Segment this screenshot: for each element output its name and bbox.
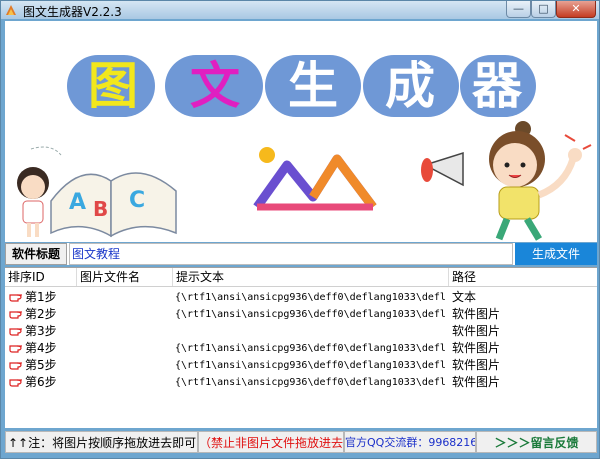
row-path: 软件图片 [452,358,501,372]
warning-text: （禁止非图片文件拖放进去） [198,431,344,453]
reading-girl-illustration: A B C [17,146,177,238]
status-bar: ↑↑注：将图片按顺序拖放进去即可！ （禁止非图片文件拖放进去） 官方QQ交流群：… [5,431,597,453]
qq-group-text: 官方QQ交流群：99682169 [344,431,476,453]
software-title-label: 软件标题 [5,243,67,265]
title-bar[interactable]: 图文生成器V2.2.3 — □ ✕ [1,1,599,19]
row-id: 第5步 [9,357,75,374]
drag-hint-text: ↑↑注：将图片按顺序拖放进去即可！ [5,431,198,453]
row-id: 第6步 [9,374,75,391]
row-id: 第1步 [9,289,75,306]
banner-char: 成 [385,57,435,115]
title-row: 软件标题 图文教程 生成文件 [5,243,597,265]
svg-text:A: A [69,190,86,215]
pointing-hand-icon [9,328,22,336]
banner-image: 图 文 生 成 器 A B C [5,21,597,242]
maximize-button[interactable]: □ [531,1,556,18]
row-path: 软件图片 [452,375,501,389]
table-row[interactable]: 第3步 软件图片 [5,323,597,340]
svg-text:C: C [129,188,145,213]
pointing-hand-icon [9,379,22,387]
column-header-id[interactable]: 排序ID [5,268,77,286]
row-id-label: 第1步 [25,290,57,304]
feedback-link[interactable]: ＞＞＞留言反馈 [476,431,597,453]
row-tip: {\rtf1\ansi\ansicpg936\deff0\deflang1033… [175,360,447,371]
table-row[interactable]: 第6步 {\rtf1\ansi\ansicpg936\deff0\deflang1… [5,374,597,391]
window-title: 图文生成器V2.2.3 [23,5,122,19]
pointing-hand-icon [9,311,22,319]
row-id-label: 第5步 [25,358,57,372]
table-row[interactable]: 第2步 {\rtf1\ansi\ansicpg936\deff0\deflang1… [5,306,597,323]
close-button[interactable]: ✕ [556,1,596,18]
row-tip: {\rtf1\ansi\ansicpg936\deff0\deflang1033… [175,292,447,303]
table-header: 排序ID 图片文件名 提示文本 路径 [5,268,597,287]
app-icon [6,5,16,15]
generate-file-button[interactable]: 生成文件 [515,243,597,265]
banner-char: 生 [288,57,338,115]
table-row[interactable]: 第4步 {\rtf1\ansi\ansicpg936\deff0\deflang1… [5,340,597,357]
row-tip: {\rtf1\ansi\ansicpg936\deff0\deflang1033… [175,343,447,354]
pointing-hand-icon [9,345,22,353]
table-row[interactable]: 第1步 {\rtf1\ansi\ansicpg936\deff0\deflang1… [5,289,597,306]
minimize-icon: — [513,2,524,15]
minimize-button[interactable]: — [506,1,531,18]
row-tip [175,323,447,340]
steps-table[interactable]: 排序ID 图片文件名 提示文本 路径 第1步 {\rtf1\ansi\ansicp… [5,267,597,428]
row-tip: {\rtf1\ansi\ansicpg936\deff0\deflang1033… [175,377,447,388]
row-path: 软件图片 [452,324,501,338]
banner-char: 图 [88,57,138,115]
software-title-input[interactable]: 图文教程 [69,243,513,265]
close-icon: ✕ [571,2,581,15]
row-id: 第4步 [9,340,75,357]
logo-icon [253,147,377,211]
megaphone-girl-illustration [421,121,592,241]
row-id: 第2步 [9,306,75,323]
row-id-label: 第3步 [25,324,57,338]
maximize-icon: □ [538,2,549,15]
row-id: 第3步 [9,323,75,340]
row-path: 软件图片 [452,341,501,355]
row-path: 文本 [452,290,477,304]
pointing-hand-icon [9,294,22,302]
banner-char: 文 [190,57,240,115]
row-id-label: 第4步 [25,341,57,355]
column-header-image[interactable]: 图片文件名 [77,268,173,286]
row-path: 软件图片 [452,307,501,321]
column-header-path[interactable]: 路径 [449,268,597,286]
table-row[interactable]: 第5步 {\rtf1\ansi\ansicpg936\deff0\deflang1… [5,357,597,374]
pointing-hand-icon [9,362,22,370]
row-tip: {\rtf1\ansi\ansicpg936\deff0\deflang1033… [175,309,447,320]
row-id-label: 第6步 [25,375,57,389]
row-id-label: 第2步 [25,307,57,321]
column-header-tip[interactable]: 提示文本 [173,268,449,286]
banner-char: 器 [472,57,522,115]
svg-text:B: B [93,197,108,221]
app-window: 图文生成器V2.2.3 — □ ✕ 图 文 生 成 器 A B C 软件标题 图… [0,0,600,459]
